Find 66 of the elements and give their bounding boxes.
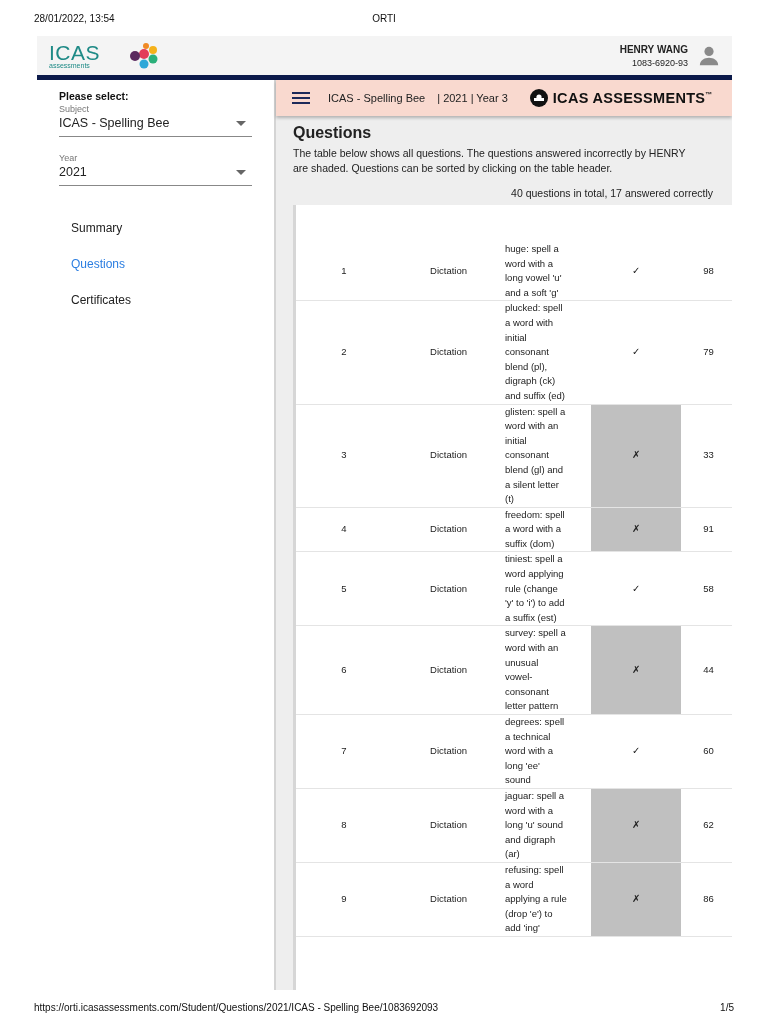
user-id: 1083-6920-93 bbox=[631, 57, 688, 68]
print-date: 28/01/2022, 13:54 bbox=[34, 12, 115, 24]
question-number: 2 bbox=[341, 346, 347, 358]
question-description: glisten: spell a word with an initial consonant blend (gl) and a silent letter (t) bbox=[505, 404, 567, 507]
user-icon[interactable] bbox=[698, 44, 720, 67]
question-number: 7 bbox=[341, 745, 347, 757]
result-cell: ✓ bbox=[591, 242, 681, 301]
caret-icon bbox=[236, 170, 246, 175]
question-description: freedom: spell a word with a suffix (dom) bbox=[505, 507, 566, 551]
question-score: 79 bbox=[703, 346, 714, 358]
question-type: Dictation bbox=[430, 893, 467, 905]
result-cell: ✓ bbox=[591, 714, 681, 789]
print-title: ORTI bbox=[372, 12, 396, 24]
result-cell: ✓ bbox=[591, 551, 681, 626]
question-description: refusing: spell a word applying a rule (drop 'e') to add 'ing' bbox=[505, 862, 568, 936]
question-score: 91 bbox=[703, 523, 714, 535]
brand-logo-icon bbox=[529, 89, 548, 107]
result-cell: ✗ bbox=[591, 788, 681, 863]
intro-text: The table below shows all questions. The questions answered incorrectly by HENRY are shaded. Questions can be sorted by clicking on the table header. bbox=[293, 146, 687, 176]
question-number: 6 bbox=[341, 663, 347, 675]
brand-name: ICAS ASSESSMENTS$^{™}$ bbox=[552, 90, 713, 106]
question-type: Dictation bbox=[430, 346, 467, 358]
result-cell: ✗ bbox=[591, 404, 681, 508]
question-score: 33 bbox=[703, 449, 714, 461]
caret-icon bbox=[236, 121, 246, 126]
result-cell: ✗ bbox=[591, 625, 681, 715]
questions-summary: 40 questions in total, 17 answered correctly bbox=[511, 187, 713, 199]
menu-icon[interactable] bbox=[292, 92, 310, 104]
select-field[interactable]: Year 2021 bbox=[59, 153, 252, 186]
question-type: Dictation bbox=[430, 523, 467, 535]
subject-label: ICAS - Spelling Bee bbox=[328, 92, 426, 104]
question-score: 86 bbox=[703, 893, 714, 905]
select-field[interactable]: Subject ICAS - Spelling Bee bbox=[59, 104, 252, 137]
sidebar-heading: Please select: bbox=[59, 90, 130, 102]
page-number: 1/5 bbox=[720, 1001, 734, 1013]
question-type: Dictation bbox=[430, 449, 467, 461]
question-description: plucked: spell a word with initial consonant blend (pl), digraph (ck) and suffix (ed) bbox=[505, 301, 567, 403]
question-score: 62 bbox=[703, 819, 714, 831]
question-type: Dictation bbox=[430, 264, 467, 276]
question-score: 60 bbox=[703, 745, 714, 757]
question-type: Dictation bbox=[430, 663, 467, 675]
user-name: HENRY WANG bbox=[619, 43, 688, 55]
question-type: Dictation bbox=[430, 745, 467, 757]
question-number: 9 bbox=[341, 893, 347, 905]
page-title: Questions bbox=[293, 124, 373, 142]
result-cell: ✗ bbox=[591, 862, 681, 937]
colored-circles-icon bbox=[130, 41, 160, 70]
result-cell: ✓ bbox=[591, 300, 681, 405]
question-type: Dictation bbox=[430, 819, 467, 831]
result-cell: ✗ bbox=[591, 507, 681, 552]
year-label: | 2021 | Year 3 bbox=[437, 92, 508, 104]
question-description: tiniest: spell a word applying rule (change 'y' to 'i') to add a suffix (est) bbox=[505, 552, 566, 625]
nav-link[interactable]: Summary bbox=[71, 210, 123, 246]
question-score: 44 bbox=[703, 663, 714, 675]
question-type: Dictation bbox=[430, 582, 467, 594]
question-description: jaguar: spell a word with a long 'u' sound and digraph (ar) bbox=[505, 788, 566, 862]
nav-link[interactable]: Certificates bbox=[71, 282, 132, 318]
page-url: https://orti.icasassessments.com/Student/Questions/2021/ICAS - Spelling Bee/1083692093 bbox=[34, 1001, 439, 1013]
question-number: 8 bbox=[341, 819, 347, 831]
question-number: 3 bbox=[341, 449, 347, 461]
question-number: 1 bbox=[341, 264, 347, 276]
nav-link[interactable]: Questions bbox=[71, 246, 126, 282]
question-score: 98 bbox=[703, 264, 714, 276]
question-score: 58 bbox=[703, 582, 714, 594]
question-number: 5 bbox=[341, 582, 347, 594]
question-number: 4 bbox=[341, 523, 347, 535]
